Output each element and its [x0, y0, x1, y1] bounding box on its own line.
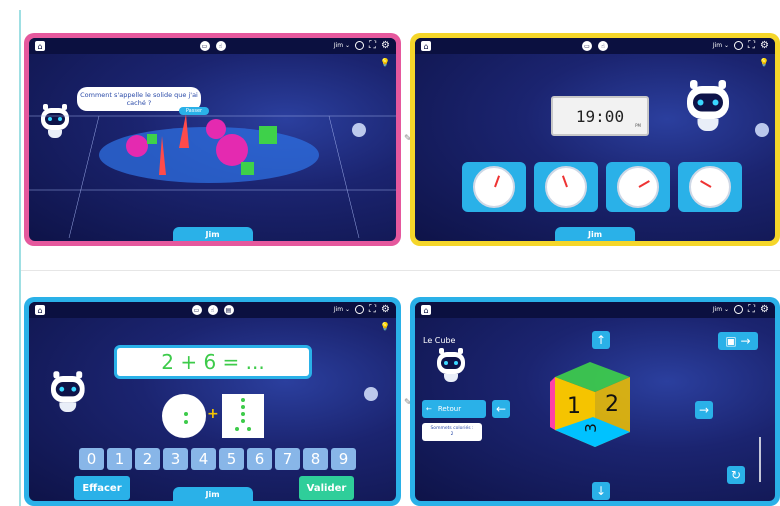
player-name-tab[interactable]: Jim: [172, 487, 253, 501]
validate-button[interactable]: Valider: [299, 476, 354, 500]
digit-key[interactable]: 2: [135, 448, 160, 470]
digit-key[interactable]: 1: [107, 448, 132, 470]
left-guide-line: [19, 10, 21, 506]
row-separator: [21, 270, 780, 271]
digit-key[interactable]: 9: [331, 448, 356, 470]
digit-key[interactable]: 5: [219, 448, 244, 470]
cube: [147, 134, 157, 144]
solids-scene: [29, 114, 396, 239]
player-name-tab[interactable]: Jim: [555, 227, 635, 241]
digit-keypad: 0 1 2 3 4 5 6 7 8 9: [79, 448, 356, 470]
solids-screen: ⌂ ▭ ☝ Jim ⌄ ⛶ ⚙ 💡 Comment s'appelle le s: [29, 38, 396, 241]
digit-key[interactable]: 6: [247, 448, 272, 470]
cube: [259, 126, 277, 144]
sphere: [216, 134, 248, 166]
cube-face-digit: 1: [567, 394, 581, 419]
cube-3d: [550, 362, 761, 482]
cube-face-digit: 2: [605, 392, 619, 417]
cube-screen-card: ⌂ Jim ⌄ ⛶ ⚙ Le Cube ← Retour Sommets col: [410, 297, 780, 506]
addition-screen-card: ⌂ ▭ ☝ ▤ Jim ⌄ ⛶ ⚙ 💡 2 + 6 = ... + 0 1 2 …: [24, 297, 401, 506]
cube-face-digit: 3: [581, 423, 600, 433]
sphere: [126, 135, 148, 157]
clock-screen-card: ⌂ ▭ ☝ Jim ⌄ ⛶ ⚙ 💡 19:00 PM Jim: [410, 33, 780, 246]
erase-button[interactable]: Effacer: [74, 476, 130, 500]
plus-sign: +: [207, 406, 219, 422]
cube: [241, 162, 254, 175]
digit-key[interactable]: 7: [275, 448, 300, 470]
addition-visual: [162, 387, 378, 438]
digit-key[interactable]: 8: [303, 448, 328, 470]
clock-screen: ⌂ ▭ ☝ Jim ⌄ ⛶ ⚙ 💡 19:00 PM Jim: [415, 38, 775, 241]
page: ✎ ✎ ⌂ ▭ ☝ Jim ⌄ ⛶ ⚙ 💡 Comment s'appelle …: [0, 0, 780, 506]
solids-screen-card: ⌂ ▭ ☝ Jim ⌄ ⛶ ⚙ 💡 Comment s'appelle le s: [24, 33, 401, 246]
player-name-tab[interactable]: Jim: [172, 227, 253, 241]
digit-key[interactable]: 3: [163, 448, 188, 470]
digit-key[interactable]: 4: [191, 448, 216, 470]
addition-screen: ⌂ ▭ ☝ ▤ Jim ⌄ ⛶ ⚙ 💡 2 + 6 = ... + 0 1 2 …: [29, 302, 396, 501]
sphere: [206, 119, 226, 139]
digit-key[interactable]: 0: [79, 448, 104, 470]
cube-screen: ⌂ Jim ⌄ ⛶ ⚙ Le Cube ← Retour Sommets col: [415, 302, 775, 501]
